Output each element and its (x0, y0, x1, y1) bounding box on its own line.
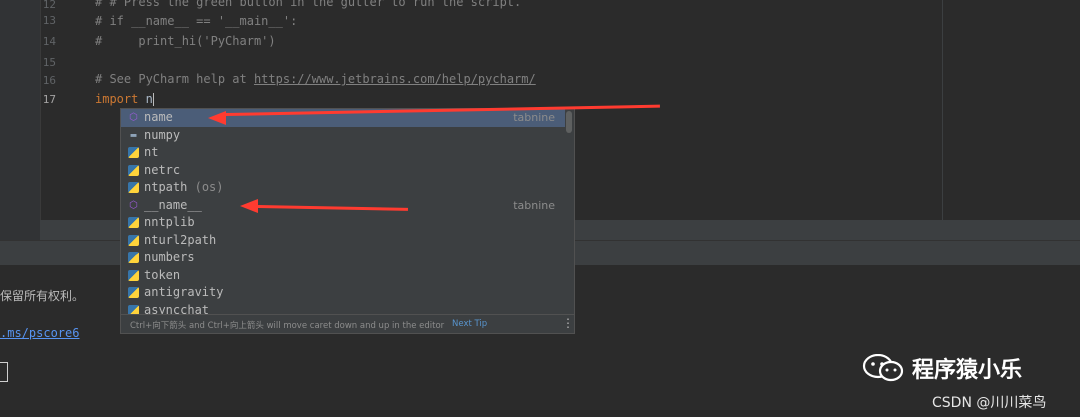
completion-item-label: nturl2path (144, 232, 217, 247)
console-link[interactable]: .ms/pscore6 (0, 326, 79, 340)
code-line-12[interactable]: # # Press the green button in the gutter… (95, 0, 521, 9)
right-margin-guide (942, 0, 943, 220)
completion-item[interactable]: numbers (121, 249, 565, 267)
folder-icon: ▬ (130, 129, 137, 141)
more-options-icon[interactable]: ⋮ (562, 316, 574, 330)
annotation-arrow-head (240, 199, 258, 213)
completion-item-source: tabnine (513, 111, 555, 124)
python-module-icon (128, 234, 139, 246)
hexagon-icon: ⬡ (129, 112, 138, 123)
line-number-gutter: 12 13 14 15 16 17 (0, 0, 56, 240)
completion-item[interactable]: nturl2path (121, 232, 565, 250)
next-tip-link[interactable]: Next Tip (452, 319, 487, 329)
completion-item[interactable]: token (121, 267, 565, 285)
line-number-current: 17 (42, 93, 56, 106)
line-number: 16 (42, 74, 56, 87)
completion-item-label: numpy (144, 127, 181, 142)
python-module-icon (128, 287, 139, 298)
completion-item-label: numbers (144, 250, 195, 264)
completion-item[interactable]: ⬡ __name__ tabnine (121, 197, 565, 215)
footer-tip: Ctrl+向下箭头 and Ctrl+向上箭头 will move caret … (130, 321, 445, 331)
completion-item-name: ntpath (144, 180, 188, 194)
csdn-watermark: CSDN @川川菜鸟 (932, 395, 1047, 411)
line-number: 15 (42, 56, 56, 69)
completion-item[interactable]: ▬ numpy (121, 127, 565, 145)
wechat-watermark: 程序猿小乐 (862, 350, 1062, 383)
import-keyword: import (95, 92, 139, 106)
text-caret (152, 93, 154, 106)
completion-item[interactable]: antigravity (121, 284, 565, 302)
annotation-arrow-head (208, 111, 226, 125)
python-module-icon (128, 147, 139, 158)
line-number: 13 (42, 14, 56, 27)
completion-item-label: netrc (144, 162, 181, 177)
completion-item-label: nntplib (144, 215, 195, 229)
python-module-icon (128, 269, 139, 281)
completion-item-label: nt (144, 145, 159, 159)
completion-item[interactable]: ntpath (os) (121, 179, 565, 197)
code-completion-popup[interactable]: ⬡ name tabnine ▬ numpy nt netrc ntpath (… (120, 108, 575, 334)
popup-scrollbar-thumb[interactable] (566, 111, 572, 133)
completion-item-label: token (144, 267, 181, 282)
console-text-line: 保留所有权利。 (0, 289, 85, 303)
completion-item-source: tabnine (513, 198, 555, 212)
code-line-13[interactable]: # if __name__ == '__main__': (95, 14, 297, 28)
python-module-icon (128, 217, 139, 228)
python-module-icon (128, 164, 139, 176)
help-link[interactable]: https://www.jetbrains.com/help/pycharm/ (254, 72, 536, 86)
completion-item[interactable]: nt (121, 144, 565, 162)
line-number: 14 (42, 35, 56, 48)
code-line-17[interactable]: import n (95, 92, 154, 106)
terminal-cursor (0, 362, 8, 382)
completion-item[interactable]: nntplib (121, 214, 565, 232)
completion-footer: Ctrl+向下箭头 and Ctrl+向上箭头 will move caret … (121, 314, 574, 333)
completion-item-label: antigravity (144, 285, 224, 299)
completion-item-hint: (os) (194, 180, 224, 194)
completion-item-label: ntpath (os) (144, 180, 224, 194)
line-number: 12 (42, 0, 56, 11)
gutter-separator (40, 0, 41, 240)
completion-item[interactable]: netrc (121, 162, 565, 180)
typed-text: n (145, 92, 153, 106)
code-line-14[interactable]: # print_hi('PyCharm') (95, 34, 276, 48)
python-module-icon (128, 252, 139, 263)
code-line-16[interactable]: # See PyCharm help at https://www.jetbra… (95, 72, 536, 86)
hexagon-icon: ⬡ (129, 199, 138, 211)
completion-item-label: __name__ (144, 197, 202, 212)
watermark-brand: 程序猿小乐 (912, 358, 1023, 383)
completion-item-label: name (144, 110, 173, 124)
comment-text: # See PyCharm help at (95, 72, 254, 86)
python-module-icon (128, 182, 139, 193)
wechat-icon (862, 354, 904, 382)
